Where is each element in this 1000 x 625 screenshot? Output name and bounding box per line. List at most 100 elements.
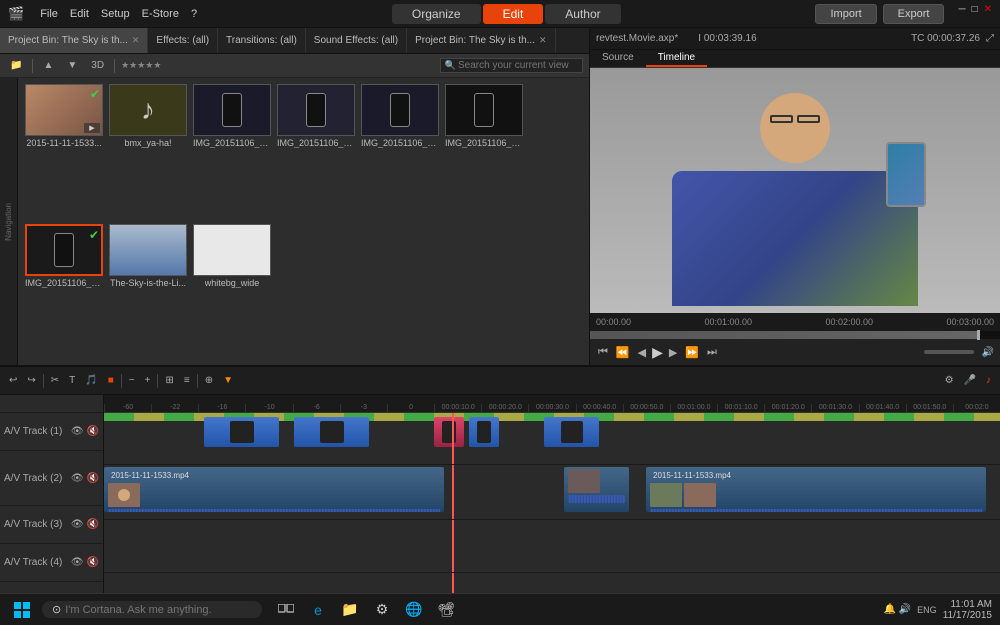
fast-forward-button[interactable]: ⏩ [683, 346, 701, 359]
media-item[interactable]: IMG_20151106_1... [192, 84, 272, 220]
start-button[interactable] [8, 596, 36, 624]
clip-2-3[interactable]: 2015-11-11-1533.mp4 [646, 467, 986, 512]
next-frame-button[interactable]: ▶ [667, 346, 679, 359]
tab-effects[interactable]: Effects: (all) [148, 28, 218, 53]
tab-close-1[interactable]: ✕ [132, 35, 140, 46]
tl-redo-icon[interactable]: ↪ [24, 374, 38, 387]
import-button[interactable]: Import [815, 4, 876, 24]
step-back-button[interactable]: ⏪ [614, 346, 632, 359]
clip-thumb [442, 421, 456, 443]
volume-icon[interactable]: 🔊 [982, 347, 994, 358]
tab-author[interactable]: Author [545, 4, 620, 24]
track-1-eye-icon[interactable]: 👁 [71, 426, 84, 437]
maximize-button[interactable]: □ [972, 4, 978, 24]
prev-frame-button[interactable]: ◀ [636, 346, 648, 359]
edge-button[interactable]: e [304, 596, 332, 624]
tl-settings-icon[interactable]: ⚙ [942, 374, 957, 387]
media-item[interactable]: whitebg_wide [192, 224, 272, 360]
clip-2-1[interactable]: 2015-11-11-1533.mp4 [104, 467, 444, 512]
track-1-mute-icon[interactable]: 🔇 [87, 426, 99, 437]
media-item[interactable]: ✔ IMG_20151106_1... [24, 224, 104, 360]
cortana-input[interactable] [65, 604, 252, 616]
menu-edit[interactable]: Edit [70, 8, 89, 20]
file-explorer-button[interactable]: 📁 [336, 596, 364, 624]
tab-timeline[interactable]: Timeline [646, 50, 707, 67]
tab-sound-effects[interactable]: Sound Effects: (all) [306, 28, 407, 53]
tab-source[interactable]: Source [590, 50, 646, 67]
menu-file[interactable]: File [40, 8, 58, 20]
track-3-row [104, 520, 1000, 572]
track-4-mute-icon[interactable]: 🔇 [87, 557, 99, 568]
minimize-button[interactable]: ─ [958, 4, 965, 24]
ruler-mark: -6 [293, 404, 340, 412]
menu-setup[interactable]: Setup [101, 8, 130, 20]
clip-2-2[interactable] [564, 467, 629, 512]
tl-zoom-in-icon[interactable]: + [142, 374, 154, 387]
phone-screen [888, 144, 924, 205]
tab-close-2[interactable]: ✕ [539, 35, 547, 46]
menu-estore[interactable]: E-Store [142, 8, 179, 20]
chrome-button[interactable]: 🌐 [400, 596, 428, 624]
media-item[interactable]: ♪ bmx_ya-ha! [108, 84, 188, 220]
clip-1-3-pink[interactable] [434, 417, 464, 447]
tab-project-bin-1[interactable]: Project Bin: The Sky is th... ✕ [0, 28, 148, 53]
task-view-icon [278, 604, 294, 616]
task-view-button[interactable] [272, 596, 300, 624]
track-4-eye-icon[interactable]: 👁 [71, 557, 84, 568]
tab-organize[interactable]: Organize [392, 4, 481, 24]
close-button[interactable]: ✕ [984, 4, 992, 24]
export-button[interactable]: Export [883, 4, 945, 24]
preview-timecode-right: TC 00:00:37.26 [911, 33, 980, 44]
tl-audio-icon[interactable]: 🎵 [82, 374, 100, 387]
tl-voiceover-icon[interactable]: 🎤 [961, 374, 979, 387]
preview-timecode-left: I 00:03:39.16 [698, 33, 756, 44]
clip-1-1[interactable] [204, 417, 279, 447]
glass-left [770, 115, 793, 123]
play-button[interactable]: ▶ [652, 344, 663, 361]
tl-marker-icon[interactable]: ▼ [220, 374, 236, 387]
track-3-label: A/V Track (3) 👁 🔇 [0, 506, 103, 544]
preview-expand-icon[interactable]: ⤢ [986, 33, 994, 44]
media-toolbar: 📁 ▲ ▼ 3D ★★★★★ 🔍 [0, 54, 589, 78]
tl-grid-icon[interactable]: ⊞ [162, 374, 176, 387]
taskbar-search-box[interactable]: ⊙ [42, 601, 262, 618]
rewind-start-button[interactable]: ⏮ [596, 346, 610, 359]
media-item[interactable]: IMG_20151106_1... [360, 84, 440, 220]
tab-project-bin-2[interactable]: Project Bin: The Sky is th... ✕ [407, 28, 555, 53]
settings-button[interactable]: ⚙ [368, 596, 396, 624]
taskbar-clock: 11:01 AM 11/17/2015 [943, 599, 992, 621]
search-box[interactable]: 🔍 [440, 58, 583, 73]
top-buttons: Import Export ─ □ ✕ [815, 4, 992, 24]
track-3-mute-icon[interactable]: 🔇 [87, 519, 99, 530]
track-2-eye-icon[interactable]: 👁 [71, 473, 84, 484]
clip-faces-3 [650, 483, 982, 507]
volume-slider[interactable] [924, 350, 974, 354]
media-item[interactable]: IMG_20151106_1... [276, 84, 356, 220]
media-item[interactable]: The-Sky-is-the-Li... [108, 224, 188, 360]
tl-razor-icon[interactable]: ✂ [48, 374, 62, 387]
sort-up-icon[interactable]: ▲ [39, 59, 57, 72]
tl-snap-icon[interactable]: ⊕ [202, 374, 216, 387]
track-2-mute-icon[interactable]: 🔇 [87, 473, 99, 484]
app-button[interactable]: 📽 [432, 596, 460, 624]
tab-edit[interactable]: Edit [483, 4, 544, 24]
tl-audio-mix-icon[interactable]: ♪ [983, 374, 994, 387]
tab-transitions[interactable]: Transitions: (all) [218, 28, 306, 53]
tl-zoom-out-icon[interactable]: − [126, 374, 138, 387]
tl-text-icon[interactable]: T [66, 374, 78, 387]
tl-list-icon[interactable]: ≡ [181, 374, 193, 387]
clip-1-4[interactable] [469, 417, 499, 447]
track-3-eye-icon[interactable]: 👁 [71, 519, 84, 530]
clip-1-5[interactable] [544, 417, 599, 447]
system-tray-icons: 🔔 🔊 [883, 604, 911, 615]
search-input[interactable] [458, 60, 578, 71]
media-item[interactable]: ✔ ▶ 2015-11-11-1533... [24, 84, 104, 220]
preview-progress-bar[interactable] [590, 331, 1000, 339]
clip-1-2[interactable] [294, 417, 369, 447]
media-item-name: IMG_20151106_1... [25, 278, 103, 288]
media-item[interactable]: IMG_20151106_1... [444, 84, 524, 220]
forward-end-button[interactable]: ⏭ [705, 346, 719, 359]
sort-down-icon[interactable]: ▼ [63, 59, 81, 72]
tl-undo-icon[interactable]: ↩ [6, 374, 20, 387]
tl-color-icon[interactable]: ■ [105, 374, 117, 387]
